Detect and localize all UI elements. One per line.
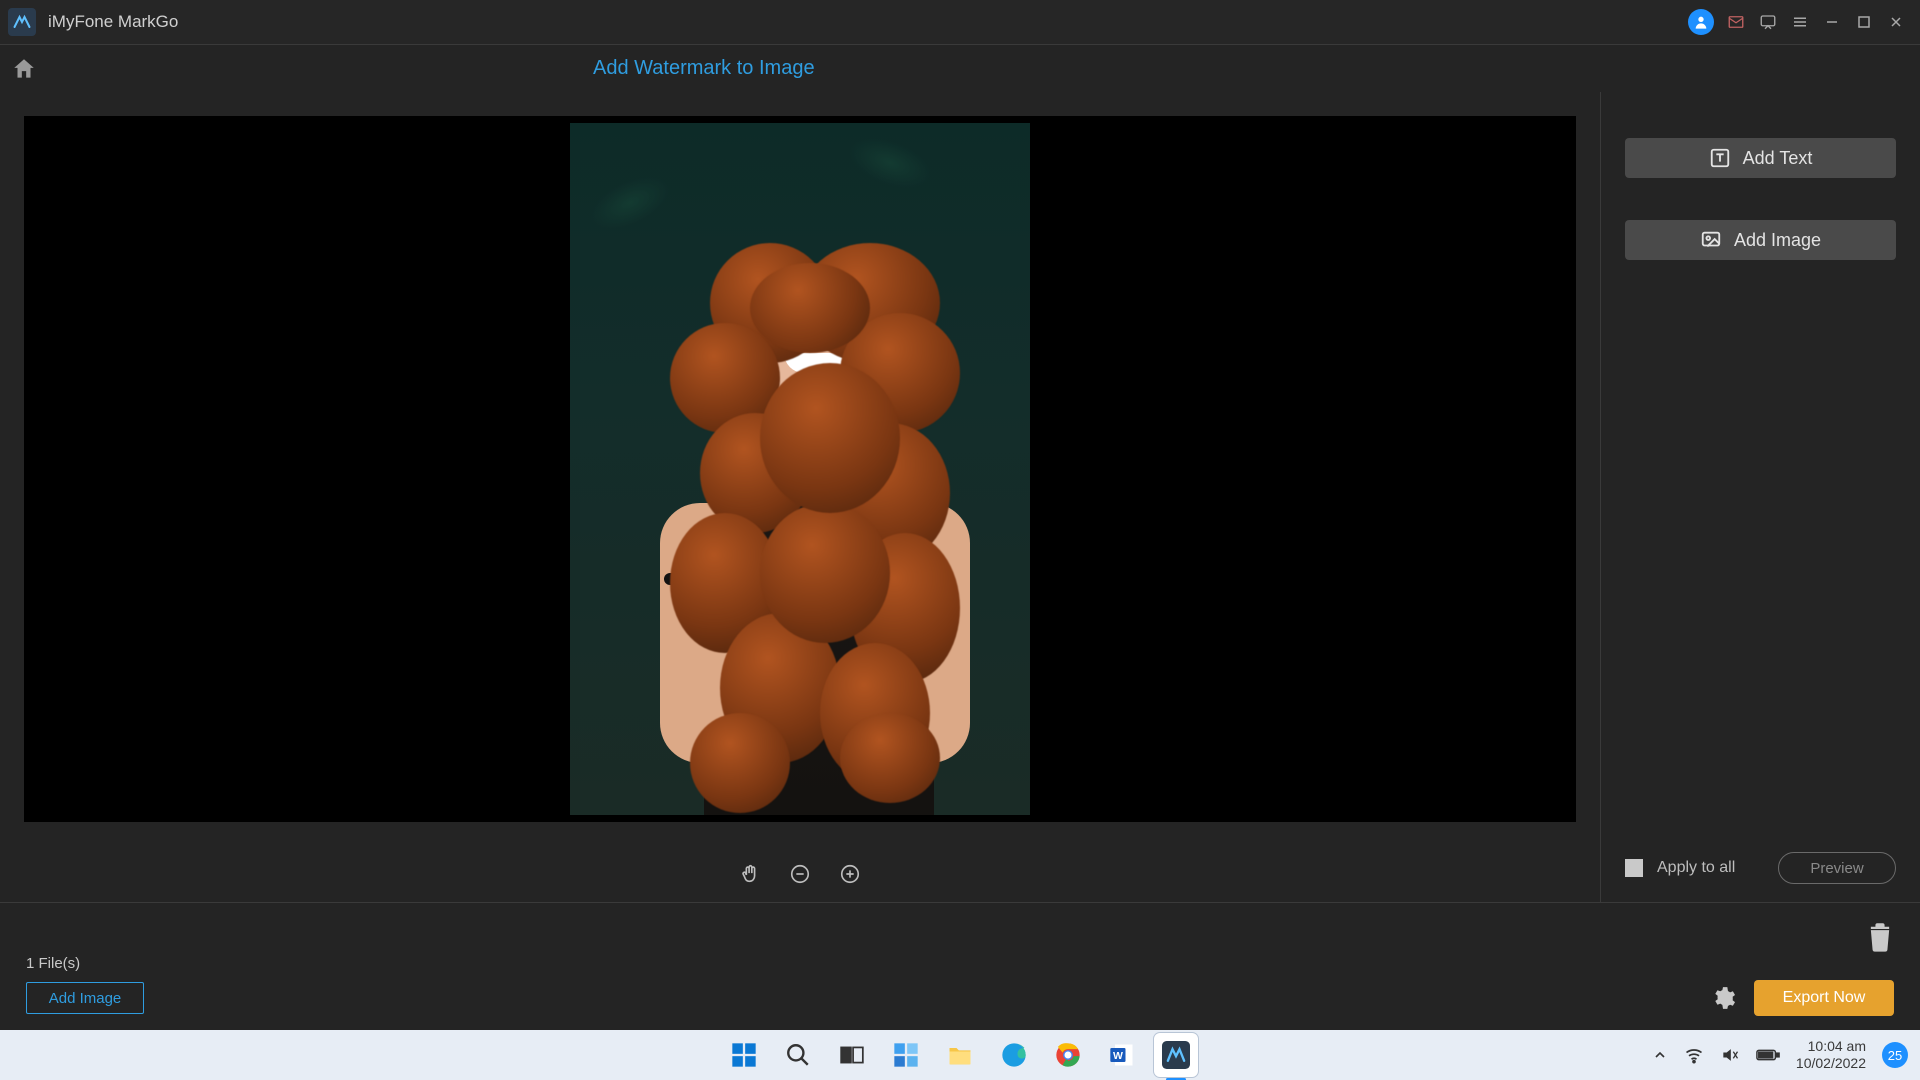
- close-button[interactable]: [1880, 6, 1912, 38]
- taskbar-center: W: [722, 1033, 1198, 1077]
- settings-icon[interactable]: [1710, 985, 1736, 1011]
- bottom-add-image-label: Add Image: [49, 990, 122, 1007]
- delete-button[interactable]: [1866, 921, 1894, 953]
- taskbar-chrome-icon[interactable]: [1046, 1033, 1090, 1077]
- add-image-button[interactable]: Add Image: [1625, 220, 1896, 260]
- mail-icon[interactable]: [1720, 6, 1752, 38]
- bottom-strip: 1 File(s) Add Image Export Now: [0, 902, 1920, 1030]
- file-count-label: 1 File(s): [26, 955, 1894, 972]
- zoom-out-icon[interactable]: [788, 862, 812, 886]
- add-text-label: Add Text: [1743, 148, 1813, 169]
- export-now-label: Export Now: [1783, 989, 1866, 1007]
- tray-wifi-icon[interactable]: [1684, 1045, 1704, 1065]
- taskbar-taskview-icon[interactable]: [830, 1033, 874, 1077]
- canvas-view[interactable]: [24, 116, 1576, 822]
- page-title: Add Watermark to Image: [593, 57, 1920, 80]
- feedback-icon[interactable]: [1752, 6, 1784, 38]
- main-area: Add Text Add Image Apply to all Preview: [0, 92, 1920, 902]
- tray-clock[interactable]: 10:04 am 10/02/2022: [1796, 1038, 1866, 1072]
- export-now-button[interactable]: Export Now: [1754, 980, 1894, 1016]
- maximize-button[interactable]: [1848, 6, 1880, 38]
- preview-label: Preview: [1810, 860, 1863, 877]
- windows-taskbar: W 10:04 am 10/02/2022 25: [0, 1030, 1920, 1080]
- tray-battery-icon[interactable]: [1756, 1047, 1780, 1063]
- zoom-in-icon[interactable]: [838, 862, 862, 886]
- home-button[interactable]: [0, 45, 48, 93]
- apply-to-all-checkbox[interactable]: [1625, 859, 1643, 877]
- taskbar-widgets-icon[interactable]: [884, 1033, 928, 1077]
- menu-icon[interactable]: [1784, 6, 1816, 38]
- tray-notification-count: 25: [1888, 1048, 1902, 1063]
- minimize-button[interactable]: [1816, 6, 1848, 38]
- svg-text:W: W: [1113, 1050, 1123, 1062]
- apply-to-all-label: Apply to all: [1657, 859, 1735, 877]
- taskbar-explorer-icon[interactable]: [938, 1033, 982, 1077]
- titlebar: iMyFone MarkGo: [0, 0, 1920, 44]
- page-header: Add Watermark to Image: [0, 44, 1920, 92]
- canvas-toolbar: [0, 846, 1600, 902]
- taskbar-edge-icon[interactable]: [992, 1033, 1036, 1077]
- right-panel: Add Text Add Image Apply to all Preview: [1600, 92, 1920, 902]
- apply-row: Apply to all Preview: [1625, 852, 1896, 902]
- system-tray: 10:04 am 10/02/2022 25: [1652, 1038, 1908, 1072]
- app-logo: [8, 8, 36, 36]
- add-image-label: Add Image: [1734, 230, 1821, 251]
- taskbar-markgo-icon[interactable]: [1154, 1033, 1198, 1077]
- tray-date: 10/02/2022: [1796, 1055, 1866, 1072]
- bottom-add-image-button[interactable]: Add Image: [26, 982, 144, 1014]
- tray-notification-badge[interactable]: 25: [1882, 1042, 1908, 1068]
- loaded-image[interactable]: [570, 123, 1030, 815]
- account-icon[interactable]: [1688, 9, 1714, 35]
- tray-overflow-icon[interactable]: [1652, 1047, 1668, 1063]
- tray-time: 10:04 am: [1796, 1038, 1866, 1055]
- taskbar-search-icon[interactable]: [776, 1033, 820, 1077]
- hand-tool-icon[interactable]: [738, 862, 762, 886]
- taskbar-word-icon[interactable]: W: [1100, 1033, 1144, 1077]
- preview-button[interactable]: Preview: [1778, 852, 1896, 884]
- tray-volume-icon[interactable]: [1720, 1045, 1740, 1065]
- canvas-area: [0, 92, 1600, 902]
- app-title: iMyFone MarkGo: [48, 12, 178, 32]
- bottom-actions: Add Image Export Now: [26, 980, 1894, 1016]
- add-text-button[interactable]: Add Text: [1625, 138, 1896, 178]
- taskbar-start-icon[interactable]: [722, 1033, 766, 1077]
- image-subject: [620, 203, 980, 815]
